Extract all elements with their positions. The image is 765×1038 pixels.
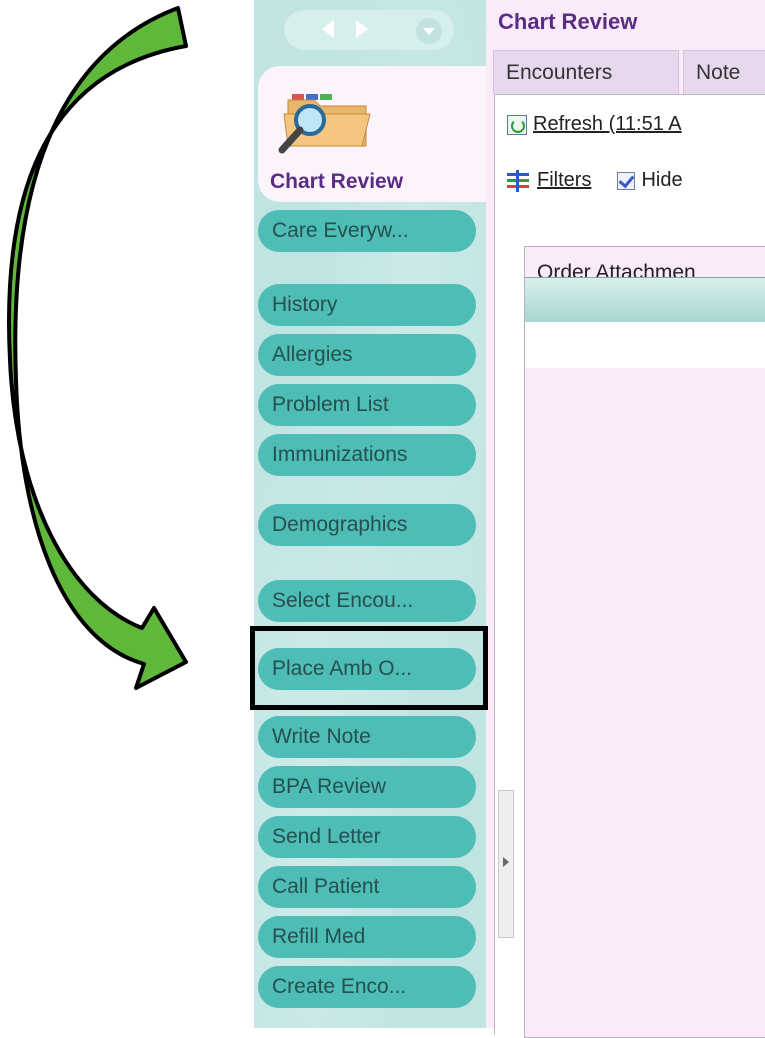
sidebar-item-history[interactable]: History	[258, 284, 476, 326]
sidebar-item-call-patient[interactable]: Call Patient	[258, 866, 476, 908]
refresh-label: Refresh (11:51 A	[533, 113, 682, 135]
filter-toolbar: Filters Hide	[507, 169, 683, 192]
menu-chevron-icon[interactable]	[416, 18, 442, 44]
order-attachments-panel: Order Attachmen	[524, 246, 765, 1038]
expand-arrow-icon[interactable]	[498, 790, 514, 938]
table-header	[525, 277, 765, 323]
refresh-button[interactable]: Refresh (11:51 A	[507, 113, 682, 136]
back-arrow-icon[interactable]	[322, 20, 334, 38]
curved-arrow-icon	[7, 6, 188, 690]
checkbox-icon	[617, 171, 636, 190]
sidebar-item-allergies[interactable]: Allergies	[258, 334, 476, 376]
chart-review-main: Chart Review Encounters Note Refresh (11…	[486, 0, 765, 1038]
sidebar-item-send-letter[interactable]: Send Letter	[258, 816, 476, 858]
active-activity-label: Chart Review	[270, 170, 404, 193]
forward-arrow-icon[interactable]	[356, 20, 368, 38]
page-title: Chart Review	[498, 9, 638, 34]
sidebar-item-problem-list[interactable]: Problem List	[258, 384, 476, 426]
sidebar-item-select-encounter[interactable]: Select Encou...	[258, 580, 476, 622]
filters-button[interactable]: Filters	[507, 169, 592, 192]
table-row	[525, 322, 765, 368]
tab-encounters[interactable]: Encounters	[493, 50, 679, 94]
hide-label: Hide	[641, 169, 683, 191]
highlight-box	[250, 626, 488, 710]
sidebar-item-create-encounter[interactable]: Create Enco...	[258, 966, 476, 1008]
sidebar-item-write-note[interactable]: Write Note	[258, 716, 476, 758]
hide-checkbox[interactable]: Hide	[591, 169, 683, 191]
sidebar-item-bpa-review[interactable]: BPA Review	[258, 766, 476, 808]
folder-magnifier-icon	[278, 94, 371, 154]
activity-sidebar: Chart Review Care Everyw... History Alle…	[254, 0, 486, 1028]
sidebar-item-refill-med[interactable]: Refill Med	[258, 916, 476, 958]
filter-icon	[507, 169, 529, 192]
sidebar-item-demographics[interactable]: Demographics	[258, 504, 476, 546]
refresh-icon	[507, 114, 527, 135]
tab-notes[interactable]: Note	[683, 50, 765, 94]
filters-label: Filters	[537, 169, 592, 191]
sidebar-item-immunizations[interactable]: Immunizations	[258, 434, 476, 476]
history-nav-control	[284, 10, 454, 50]
sidebar-item-care-everywhere[interactable]: Care Everyw...	[258, 210, 476, 252]
